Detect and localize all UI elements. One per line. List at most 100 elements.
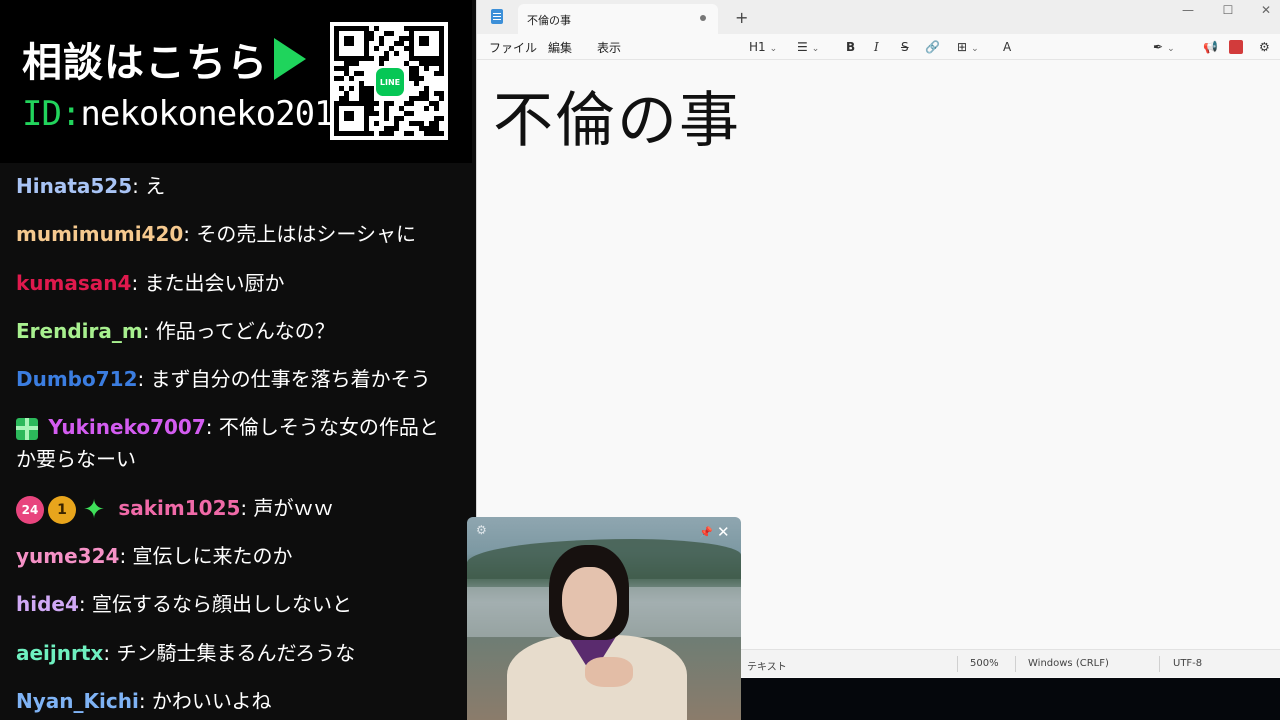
menu-edit[interactable]: 編集 [548, 39, 572, 56]
notepad-app-icon [491, 9, 503, 24]
line-logo-icon: LINE [374, 66, 406, 98]
sub-badge-icon: 24 [16, 495, 44, 524]
menu-bar: ファイル 編集 表示 H1 ⌄ ☰ ⌄ B I S 🔗 ⊞ ⌄ A ✒ ⌄ 📢 ⚙ [477, 34, 1280, 60]
announcement-button[interactable]: 📢 [1203, 38, 1218, 56]
bold-button[interactable]: B [846, 38, 855, 56]
qr-module [434, 106, 439, 111]
heading-dropdown[interactable]: H1 ⌄ [749, 38, 777, 56]
chat-username: yume324 [16, 544, 120, 568]
chat-username: Erendira_m [16, 319, 143, 343]
tab-document[interactable]: 不倫の事 [518, 4, 718, 34]
qr-module [439, 71, 444, 76]
chat-username: Dumbo712 [16, 367, 138, 391]
qr-module [374, 101, 379, 106]
menu-file[interactable]: ファイル [489, 39, 537, 56]
camera-person-face [562, 567, 617, 637]
chat-username: Nyan_Kichi [16, 689, 139, 713]
chat-message: Erendira_m: 作品ってどんなの？ [16, 315, 456, 347]
chat-username: aeijnrtx [16, 641, 104, 665]
chat-message: mumimumi420: その売上ははシーシャに [16, 218, 456, 250]
chat-text: : え [132, 174, 166, 198]
chat-message: Nyan_Kichi: かわいいよね [16, 685, 456, 717]
qr-module [384, 56, 389, 61]
title-bar[interactable]: 不倫の事 + — ☐ ✕ [477, 0, 1280, 34]
qr-module [394, 126, 399, 131]
status-divider [957, 656, 958, 672]
chevron-down-icon: ⌄ [971, 44, 979, 54]
qr-module [389, 31, 394, 36]
chevron-down-icon: ⌄ [811, 44, 820, 54]
qr-finder-pattern [334, 101, 369, 136]
new-tab-button[interactable]: + [735, 8, 748, 27]
document-heading[interactable]: 不倫の事 [493, 72, 741, 159]
unsaved-dot-icon[interactable] [700, 15, 706, 21]
qr-module [409, 131, 414, 136]
status-line-ending[interactable]: Windows (CRLF) [1028, 658, 1109, 669]
status-zoom[interactable]: 500% [970, 658, 999, 669]
spellcheck-icon: A [1003, 40, 1012, 54]
qr-module [394, 51, 399, 56]
qr-module [374, 111, 379, 116]
promo-id-value: nekokoneko2018 [80, 94, 354, 134]
qr-module [424, 106, 429, 111]
qr-module [414, 81, 419, 86]
qr-finder-pattern [334, 26, 369, 61]
qr-module [379, 41, 384, 46]
tab-title: 不倫の事 [527, 14, 571, 27]
chat-text: : その売上ははシーシャに [183, 222, 416, 246]
camera-close-icon[interactable]: ✕ [717, 523, 730, 541]
qr-module [374, 26, 379, 31]
qr-module [339, 76, 344, 81]
qr-module [369, 131, 374, 136]
settings-button[interactable]: ⚙ [1259, 38, 1270, 56]
user-avatar-icon[interactable] [1229, 40, 1243, 54]
gift-badge-icon [16, 417, 38, 440]
camera-gear-icon[interactable]: ⚙ [476, 523, 487, 537]
maximize-button[interactable]: ☐ [1213, 2, 1243, 18]
pin-icon[interactable]: 📌 [699, 526, 713, 539]
chat-text: : 作品ってどんなの？ [142, 319, 335, 343]
link-icon: 🔗 [925, 40, 940, 54]
chat-text: : 宣伝しに来たのか [119, 544, 293, 568]
promo-id-prefix: ID: [22, 94, 81, 134]
strikethrough-button[interactable]: S [901, 38, 909, 56]
qr-module [419, 76, 424, 81]
qr-finder-pattern [409, 26, 444, 61]
promo-title: 相談はこちら [22, 40, 268, 86]
italic-button[interactable]: I [874, 38, 879, 56]
qr-module [389, 131, 394, 136]
status-encoding[interactable]: UTF-8 [1173, 658, 1202, 669]
promo-line-id: ID:nekokoneko2018 [22, 94, 354, 134]
spellcheck-button[interactable]: A [1003, 38, 1011, 56]
close-window-button[interactable]: ✕ [1251, 2, 1280, 18]
chevron-down-icon: ⌄ [769, 44, 778, 54]
promo-arrow-icon [274, 38, 306, 80]
link-button[interactable]: 🔗 [925, 38, 940, 56]
copilot-dropdown[interactable]: ✒ ⌄ [1153, 38, 1175, 56]
chat-text: : 宣伝するなら顔出ししないと [78, 592, 352, 616]
qr-module [409, 101, 414, 106]
qr-module [439, 96, 444, 101]
chevron-down-icon: ⌄ [1167, 44, 1175, 54]
chat-message: Yukineko7007: 不倫しそうな女の作品とか要らなーい [16, 411, 456, 475]
table-dropdown[interactable]: ⊞ ⌄ [957, 38, 979, 56]
qr-module [369, 56, 374, 61]
sparkle-badge-icon: ✦ [83, 494, 105, 525]
minimize-button[interactable]: — [1173, 2, 1203, 18]
heading-label: H1 [749, 40, 766, 54]
camera-overlay: ⚙ 📌 ✕ [467, 517, 741, 720]
stream-overlay-panel: 相談はこちら ID:nekokoneko2018 LINE Hinata525:… [0, 0, 476, 720]
camera-person-hand [585, 657, 633, 687]
qr-module [374, 46, 379, 51]
qr-module [424, 66, 429, 71]
chat-username: sakim1025 [118, 496, 241, 520]
qr-module [384, 116, 389, 121]
qr-module [349, 86, 354, 91]
chat-text: : また出会い厨か [131, 271, 285, 295]
megaphone-icon: 📢 [1203, 40, 1218, 54]
list-dropdown[interactable]: ☰ ⌄ [797, 38, 819, 56]
chat-message: 24 1 ✦ sakim1025: 声がｗｗ [16, 492, 456, 524]
chat-username: Hinata525 [16, 174, 133, 198]
qr-module [399, 116, 404, 121]
menu-view[interactable]: 表示 [597, 39, 621, 56]
